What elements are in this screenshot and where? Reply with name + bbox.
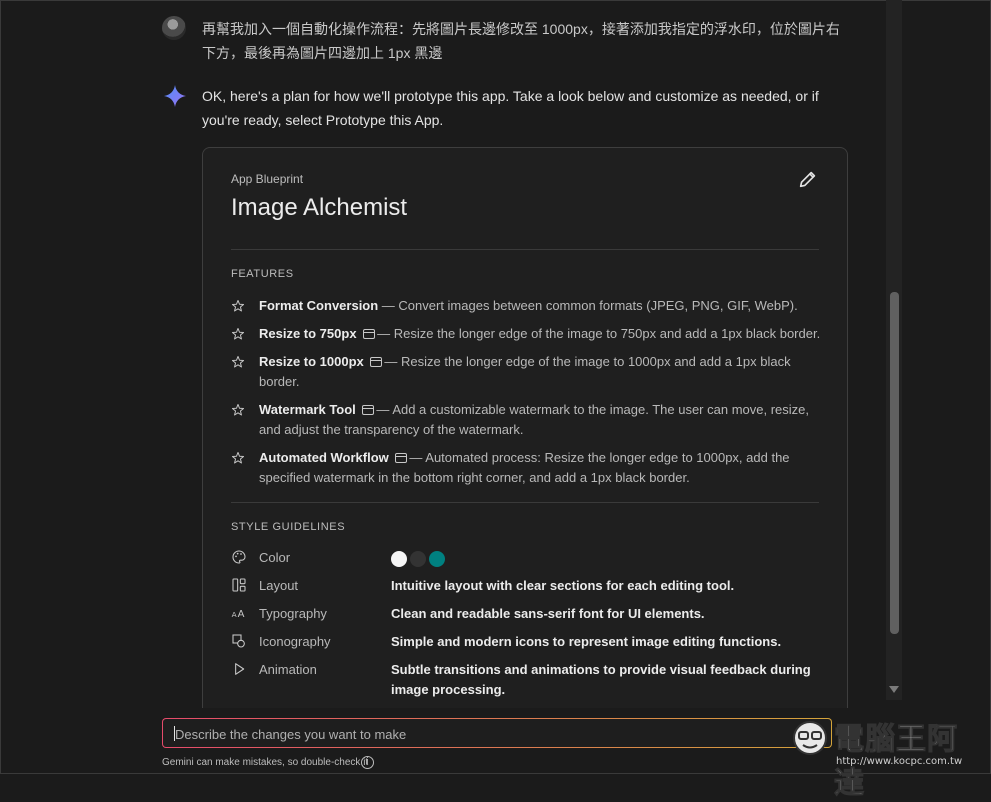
typography-icon: AA — [232, 609, 245, 620]
feature-item: Resize to 750px — Resize the longer edge… — [231, 324, 821, 344]
color-swatch — [410, 550, 426, 567]
text-caret — [174, 726, 175, 741]
disclaimer-text: Gemini can make mistakes, so double-chec… — [162, 757, 369, 768]
window-icon — [362, 405, 375, 415]
feature-item: Watermark Tool — Add a customizable wate… — [231, 400, 821, 440]
feature-description: — Convert images between common formats … — [378, 298, 798, 313]
window-icon — [370, 357, 383, 367]
layout-icon — [232, 578, 246, 592]
star-icon — [231, 451, 245, 464]
star-icon — [231, 327, 245, 340]
app-blueprint-card: App Blueprint Image Alchemist FEATURES F… — [202, 147, 848, 708]
style-guideline-name: Layout — [259, 578, 299, 593]
feature-name: Watermark Tool — [259, 402, 356, 417]
style-guideline-value: Subtle transitions and animations to pro… — [391, 662, 811, 697]
watermark-url: http://www.kocpc.com.tw — [836, 756, 963, 767]
feature-name: Format Conversion — [259, 298, 379, 313]
palette-icon — [232, 550, 246, 564]
feature-item: Resize to 1000px — Resize the longer edg… — [231, 352, 821, 392]
features-heading: FEATURES — [231, 268, 294, 280]
svg-text:A: A — [238, 609, 245, 620]
color-swatches — [391, 548, 811, 568]
star-icon — [231, 299, 245, 312]
color-swatch — [391, 550, 407, 567]
feature-description: — Resize the longer edge of the image to… — [377, 326, 821, 341]
svg-text:A: A — [232, 610, 237, 619]
edit-pencil-icon[interactable] — [797, 168, 819, 190]
feature-item: Automated Workflow — Automated process: … — [231, 448, 821, 488]
scroll-down-arrow[interactable] — [889, 686, 899, 693]
prompt-input-container — [162, 718, 832, 749]
style-guideline-value: Clean and readable sans-serif font for U… — [391, 606, 705, 621]
feature-item: Format Conversion — Convert images betwe… — [231, 296, 821, 316]
scrollbar-thumb[interactable] — [890, 292, 899, 634]
mascot-logo — [793, 721, 827, 755]
window-icon — [395, 453, 408, 463]
model-message: OK, here's a plan for how we'll prototyp… — [202, 88, 819, 128]
shapes-icon — [232, 634, 245, 648]
color-swatch — [429, 550, 445, 567]
user-message: 再幫我加入一個自動化操作流程：先將圖片長邊修改至 1000px，接著添加我指定的… — [202, 21, 840, 61]
prompt-input[interactable] — [173, 719, 767, 749]
divider — [231, 249, 819, 250]
feature-name: Resize to 750px — [259, 326, 357, 341]
divider — [231, 502, 819, 503]
star-icon — [231, 403, 245, 416]
star-icon — [231, 355, 245, 368]
gemini-spark-icon — [164, 85, 186, 107]
play-icon — [235, 663, 245, 675]
style-guideline-value: Intuitive layout with clear sections for… — [391, 578, 735, 593]
style-guideline-name: Typography — [259, 606, 327, 621]
style-guideline-name: Color — [259, 550, 291, 565]
feature-name: Resize to 1000px — [259, 354, 364, 369]
style-guideline-value: Simple and modern icons to represent ima… — [391, 634, 782, 649]
style-guideline-name: Iconography — [259, 634, 331, 649]
info-icon[interactable]: i — [361, 756, 374, 769]
app-title: Image Alchemist — [231, 194, 408, 221]
user-avatar — [162, 16, 186, 40]
window-icon — [363, 329, 376, 339]
site-watermark: 電腦王阿達 http://www.kocpc.com.tw — [786, 710, 986, 802]
style-guideline-name: Animation — [259, 662, 317, 677]
card-label: App Blueprint — [231, 172, 304, 186]
feature-name: Automated Workflow — [259, 450, 389, 465]
style-guidelines-heading: STYLE GUIDELINES — [231, 521, 346, 533]
